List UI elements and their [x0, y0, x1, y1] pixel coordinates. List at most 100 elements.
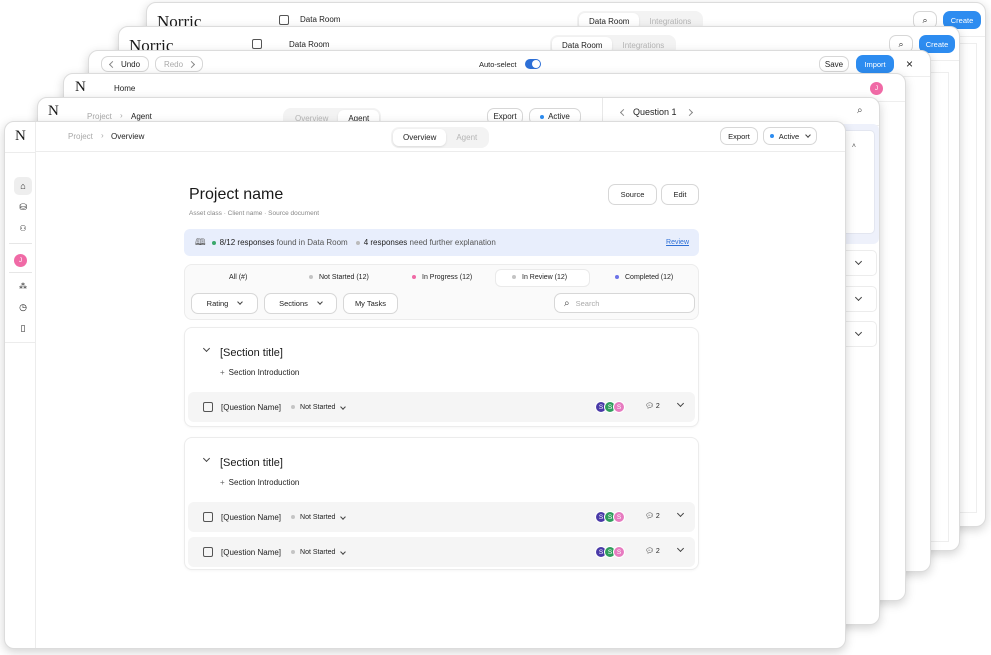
status-dropdown[interactable]: Active	[763, 127, 817, 145]
status-dot	[355, 240, 360, 245]
question-row[interactable]: [Question Name] Not Started S S S 💬︎ 2	[188, 537, 695, 567]
avatar: S	[613, 511, 625, 523]
chevron-down-icon[interactable]	[202, 454, 211, 463]
avatar: S	[613, 401, 625, 413]
comment-icon: 💬︎	[645, 403, 654, 410]
source-button[interactable]: Source	[608, 184, 657, 205]
question-name: [Question Name]	[221, 402, 282, 412]
question-checkbox[interactable]	[203, 402, 213, 412]
top-bar: Project › Overview Overview Agent Export…	[36, 122, 845, 152]
auto-select-toggle[interactable]	[525, 59, 541, 69]
banner-count-2: 4 responses	[363, 238, 408, 247]
search-icon[interactable]: ⌕	[857, 105, 863, 116]
breadcrumb-separator: ›	[101, 131, 104, 140]
chevron-down-icon[interactable]	[202, 344, 211, 353]
search-placeholder: Search	[575, 298, 600, 308]
next-question-icon[interactable]	[685, 108, 694, 117]
sections-dropdown[interactable]: Sections	[264, 293, 337, 314]
home-label: Home	[114, 84, 136, 93]
edit-button[interactable]: Edit	[661, 184, 699, 205]
home-icon[interactable]: ⌂	[14, 177, 32, 195]
plus-icon: +	[220, 368, 225, 377]
section-title: [Section title]	[220, 347, 283, 359]
logo: N	[15, 128, 26, 144]
page-title: Data Room	[300, 15, 341, 24]
chevron-down-icon[interactable]	[676, 509, 685, 518]
status-filter-tabs: All (#) Not Started (12) In Progress (12…	[189, 269, 694, 287]
avatar[interactable]: J	[870, 82, 883, 95]
question-row[interactable]: [Question Name] Not Started S S S 💬︎ 2	[188, 502, 695, 532]
document-icon[interactable]: ▯	[14, 320, 32, 336]
question-row[interactable]: [Question Name] Not Started S S S 💬︎ 2	[188, 392, 695, 422]
sidebar-toggle-icon[interactable]	[279, 15, 289, 25]
question-checkbox[interactable]	[203, 512, 213, 522]
tab-overview[interactable]: Overview	[393, 129, 447, 146]
question-name: [Question Name]	[221, 547, 282, 557]
window-project-overview: N ⌂ ⛁ ⚇ J ⁂ ◷ ▯ Project › Overview Overv…	[4, 121, 846, 649]
meta-client-name: Client name	[227, 210, 263, 217]
shapes-icon[interactable]: ⁂	[14, 278, 32, 294]
question-checkbox[interactable]	[203, 547, 213, 557]
filter-not-started[interactable]: Not Started (12)	[309, 274, 369, 281]
filter-all[interactable]: All (#)	[229, 274, 247, 281]
users-icon[interactable]: ⚇	[14, 220, 32, 236]
section-card: [Section title] + Section Introduction [Q…	[184, 437, 699, 570]
project-meta: Asset class · Client name · Source docum…	[189, 210, 319, 217]
project-title: Project name	[189, 186, 284, 203]
breadcrumb-page: Agent	[131, 112, 152, 121]
assignee-avatars: S S S	[595, 511, 625, 523]
add-section-intro[interactable]: + Section Introduction	[220, 368, 299, 377]
tab-agent[interactable]: Agent	[446, 129, 487, 146]
search-input[interactable]: ⌕ Search	[554, 293, 695, 313]
history-icon[interactable]: ◷	[14, 299, 32, 315]
save-button[interactable]: Save	[819, 56, 849, 72]
prev-question-icon[interactable]	[619, 108, 628, 117]
database-icon[interactable]: ⛁	[14, 199, 32, 215]
user-avatar[interactable]: J	[14, 254, 27, 267]
banner-text: found in Data Room	[276, 238, 348, 247]
sidebar: N ⌂ ⛁ ⚇ J ⁂ ◷ ▯	[5, 122, 36, 648]
logo: N	[48, 103, 59, 119]
chevron-down-icon[interactable]	[676, 399, 685, 408]
rating-dropdown[interactable]: Rating	[191, 293, 258, 314]
filter-in-review[interactable]: In Review (12)	[495, 269, 590, 287]
tabs: Overview Agent	[391, 127, 490, 148]
comments-count[interactable]: 💬︎ 2	[645, 402, 660, 410]
filter-completed[interactable]: Completed (12)	[615, 274, 673, 281]
status-dot	[211, 240, 216, 245]
banner-text-2: need further explanation	[409, 238, 496, 247]
sidebar-toggle-icon[interactable]	[252, 39, 262, 49]
chevron-down-icon[interactable]	[676, 544, 685, 553]
status-dropdown[interactable]: Not Started	[291, 404, 347, 411]
assignee-avatars: S S S	[595, 401, 625, 413]
assignee-avatars: S S S	[595, 546, 625, 558]
filter-in-progress[interactable]: In Progress (12)	[412, 274, 472, 281]
avatar: S	[613, 546, 625, 558]
plus-icon: +	[220, 478, 225, 487]
status-dropdown[interactable]: Not Started	[291, 549, 347, 556]
add-section-intro[interactable]: + Section Introduction	[220, 478, 299, 487]
meta-asset-class: Asset class	[189, 210, 222, 217]
redo-button[interactable]: Redo	[155, 56, 203, 72]
import-button[interactable]: Import	[856, 55, 894, 73]
filter-panel: All (#) Not Started (12) In Progress (12…	[184, 264, 699, 320]
comments-count[interactable]: 💬︎ 2	[645, 512, 660, 520]
status-dropdown[interactable]: Not Started	[291, 514, 347, 521]
comment-icon: 💬︎	[645, 548, 654, 555]
question-name: [Question Name]	[221, 512, 282, 522]
banner-count: 8/12 responses	[219, 238, 275, 247]
review-link[interactable]: Review	[666, 239, 689, 246]
breadcrumb-project[interactable]: Project	[68, 132, 93, 141]
my-tasks-button[interactable]: My Tasks	[343, 293, 398, 314]
close-icon[interactable]: ×	[906, 57, 913, 71]
comment-icon: 💬︎	[645, 513, 654, 520]
breadcrumb-project[interactable]: Project	[87, 112, 112, 121]
page-title: Data Room	[289, 40, 330, 49]
auto-select-label: Auto-select	[479, 60, 517, 69]
undo-button[interactable]: Undo	[101, 56, 149, 72]
breadcrumb-separator: ›	[120, 111, 123, 120]
data-room-banner: 🕮 8/12 responses found in Data Room 4 re…	[184, 229, 699, 256]
meta-source-document: Source document	[268, 210, 320, 217]
export-button[interactable]: Export	[720, 127, 758, 145]
comments-count[interactable]: 💬︎ 2	[645, 547, 660, 555]
